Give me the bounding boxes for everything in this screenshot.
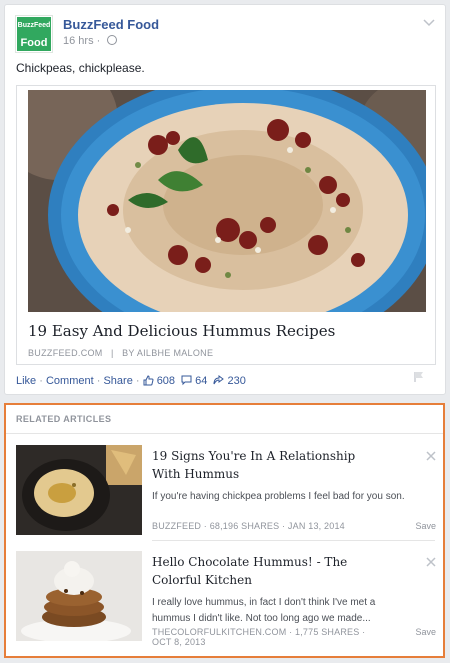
comment-link[interactable]: Comment [46, 375, 94, 387]
share-icon [213, 375, 225, 385]
separator-dot: · [96, 35, 104, 47]
post-time[interactable]: 16 hrs [63, 35, 94, 47]
divider [152, 540, 435, 541]
comments-count[interactable]: 64 [195, 375, 207, 387]
comment-icon [181, 375, 192, 386]
thumbs-up-icon [143, 375, 154, 386]
logo-bottom-text: Food [17, 35, 51, 51]
page-name-link[interactable]: BuzzFeed Food [63, 17, 159, 32]
article-title[interactable]: Hello Chocolate Hummus! - The Colorful K… [152, 553, 384, 589]
link-domain-text: BUZZFEED.COM [28, 348, 103, 358]
related-article[interactable]: Hello Chocolate Hummus! - The Colorful K… [16, 551, 436, 651]
article-source: BUZZFEED · 68,196 SHARES · JAN 13, 2014 [152, 521, 345, 531]
article-description: If you're having chickpea problems I fee… [152, 491, 405, 502]
chevron-down-icon[interactable] [423, 19, 435, 27]
hummus-image[interactable] [28, 90, 426, 312]
link-author: BY AILBHE MALONE [122, 348, 214, 358]
article-thumbnail[interactable] [16, 445, 142, 535]
save-button[interactable]: Save [415, 627, 436, 637]
link-title[interactable]: 19 Easy And Delicious Hummus Recipes [28, 322, 335, 340]
save-button[interactable]: Save [415, 521, 436, 531]
article-description: I really love hummus, in fact I don't th… [152, 597, 376, 624]
article-title[interactable]: 19 Signs You're In A Relationship With H… [152, 447, 384, 483]
article-date: OCT 8, 2013 [152, 637, 206, 647]
post-meta: 16 hrs · [63, 35, 118, 47]
related-articles-header: RELATED ARTICLES [16, 414, 112, 424]
article-source-line: THECOLORFULKITCHEN.COM · 1,775 SHARES · [152, 627, 366, 637]
separator-dot: · [39, 375, 46, 387]
article-source: THECOLORFULKITCHEN.COM · 1,775 SHARES · … [152, 627, 365, 647]
link-domain-separator: | [105, 348, 120, 358]
separator-dot: · [135, 375, 143, 387]
related-article[interactable]: 19 Signs You're In A Relationship With H… [16, 445, 436, 545]
divider [6, 433, 443, 434]
article-thumbnail[interactable] [16, 551, 142, 641]
like-link[interactable]: Like [16, 375, 36, 387]
link-preview[interactable]: 19 Easy And Delicious Hummus Recipes BUZ… [16, 85, 436, 365]
link-domain: BUZZFEED.COM | BY AILBHE MALONE [28, 348, 213, 358]
share-link[interactable]: Share [103, 375, 132, 387]
globe-icon [107, 35, 118, 45]
close-icon[interactable] [426, 557, 436, 567]
likes-count[interactable]: 608 [157, 375, 175, 387]
close-icon[interactable] [426, 451, 436, 461]
related-articles-panel: RELATED ARTICLES 19 Signs You're In A Re… [4, 403, 445, 658]
page-avatar[interactable]: BuzzFeed Food [15, 15, 53, 53]
post-header: BuzzFeed Food BuzzFeed Food 16 hrs · [15, 15, 435, 55]
flag-icon[interactable] [413, 371, 425, 383]
post-actions: Like · Comment · Share · 608 64 230 [16, 375, 249, 387]
post-card: BuzzFeed Food BuzzFeed Food 16 hrs · Chi… [4, 4, 446, 395]
logo-top-text: BuzzFeed [17, 17, 51, 35]
shares-count[interactable]: 230 [228, 375, 246, 387]
post-message: Chickpeas, chickplease. [16, 61, 145, 75]
